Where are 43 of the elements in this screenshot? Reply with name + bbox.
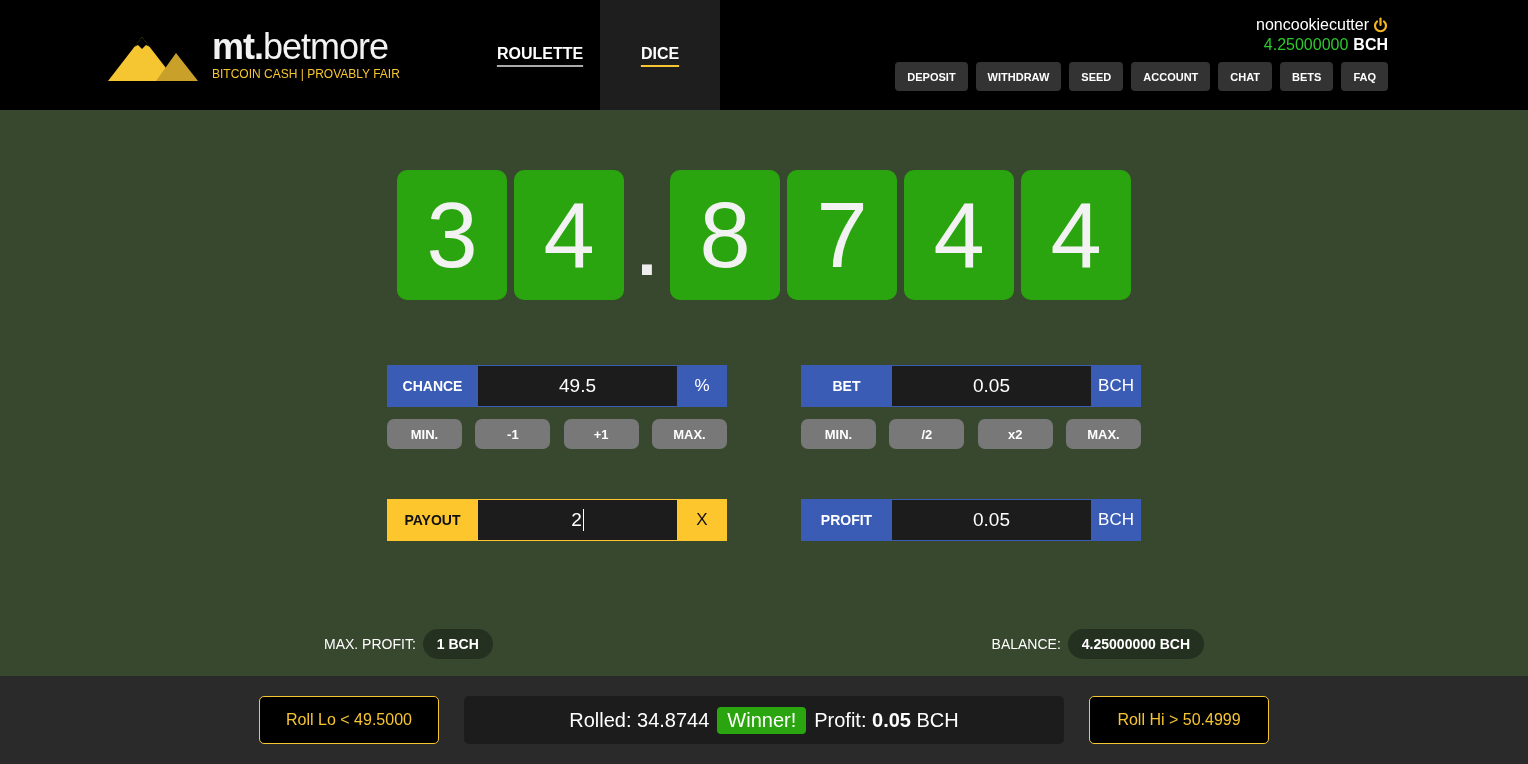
balance-amount: 4.25000000 xyxy=(1263,36,1349,54)
menu-button[interactable]: BETS xyxy=(1280,62,1334,91)
info-value: 4.25000000 BCH xyxy=(1067,629,1204,659)
menu-button[interactable]: WITHDRAW xyxy=(975,62,1062,91)
roll-digit: 4 xyxy=(904,170,1014,300)
adjust-button[interactable]: MIN. xyxy=(387,419,462,449)
roll-digit: 8 xyxy=(670,170,780,300)
roll-digit: 4 xyxy=(1021,170,1131,300)
decimal-point: . xyxy=(636,216,658,286)
roll-digit: 7 xyxy=(787,170,897,300)
adjust-button[interactable]: MAX. xyxy=(1066,419,1141,449)
power-icon[interactable] xyxy=(1373,17,1388,33)
menu-button[interactable]: SEED xyxy=(1069,62,1124,91)
site-tagline: BITCOIN CASH | PROVABLY FAIR xyxy=(212,67,400,81)
menu-button[interactable]: CHAT xyxy=(1218,62,1273,91)
adjust-button[interactable]: -1 xyxy=(475,419,551,449)
nav-tab[interactable]: ROULETTE xyxy=(480,0,600,110)
balance-currency: BCH xyxy=(1353,36,1388,54)
rolled-text: Rolled: 34.8744 xyxy=(569,708,710,732)
input-field[interactable]: PROFIT 0.05 BCH xyxy=(801,499,1141,541)
info-label: MAX. PROFIT: xyxy=(324,636,416,652)
adjust-button[interactable]: +1 xyxy=(563,419,639,449)
site-name: mt.betmore xyxy=(212,29,390,65)
username: noncookiecutter xyxy=(1256,16,1369,34)
profit-text: Profit: 0.05 BCH xyxy=(814,708,959,732)
roll-lo-button[interactable]: Roll Lo < 49.5000 xyxy=(259,696,439,744)
nav-tab[interactable]: DICE xyxy=(600,0,720,110)
input-field[interactable]: BET 0.05 BCH xyxy=(801,365,1141,407)
info-label: BALANCE: xyxy=(991,636,1061,652)
input-field[interactable]: CHANCE 49.5 % xyxy=(387,365,727,407)
menu-button[interactable]: ACCOUNT xyxy=(1131,62,1211,91)
adjust-button[interactable]: /2 xyxy=(889,419,965,449)
adjust-button[interactable]: MIN. xyxy=(801,419,876,449)
input-field[interactable]: PAYOUT 2 X xyxy=(387,499,727,541)
menu-button[interactable]: DEPOSIT xyxy=(895,62,968,91)
menu-button[interactable]: FAQ xyxy=(1341,62,1388,91)
info-value: 1 BCH xyxy=(422,629,493,659)
adjust-button[interactable]: MAX. xyxy=(652,419,727,449)
roll-digit: 4 xyxy=(514,170,624,300)
adjust-button[interactable]: x2 xyxy=(977,419,1053,449)
roll-digit: 3 xyxy=(397,170,507,300)
roll-hi-button[interactable]: Roll Hi > 50.4999 xyxy=(1089,696,1269,744)
winner-badge: Winner! xyxy=(717,706,807,734)
